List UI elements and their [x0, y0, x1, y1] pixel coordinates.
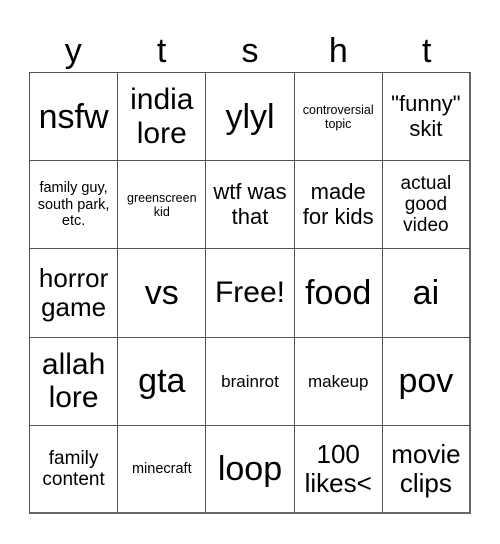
bingo-cell-free-space[interactable]: Free! [206, 249, 295, 338]
cell-text: movie clips [391, 438, 461, 498]
bingo-cell-r2c2[interactable]: greenscreen kid [118, 161, 207, 250]
cell-text: family content [42, 447, 105, 490]
cell-text: food [305, 273, 372, 312]
cell-text: ai [412, 273, 440, 312]
bingo-cell-r5c5[interactable]: movie clips [382, 425, 471, 514]
bingo-cell-r3c2[interactable]: vs [118, 249, 207, 338]
bingo-cell-r5c1[interactable]: family content [30, 425, 119, 514]
bingo-cell-r4c4[interactable]: makeup [294, 337, 383, 426]
bingo-cell-r2c5[interactable]: actual good video [382, 161, 471, 250]
cell-text: minecraft [131, 460, 192, 477]
bingo-cell-r1c3[interactable]: ylyl [206, 73, 295, 162]
bingo-cell-r4c1[interactable]: allah lore [30, 337, 119, 426]
cell-text: allah lore [41, 347, 106, 415]
bingo-cell-r5c2[interactable]: minecraft [118, 425, 207, 514]
bingo-cell-r1c1[interactable]: nsfw [30, 73, 119, 162]
cell-text: loop [217, 449, 283, 488]
cell-text: family guy, south park, etc. [37, 180, 110, 229]
cell-text: vs [144, 273, 179, 312]
bingo-cell-r2c4[interactable]: made for kids [294, 161, 383, 250]
header-letter-5: t [422, 32, 432, 70]
cell-text: controversial topic [302, 102, 374, 131]
bingo-header: y t s h t [29, 30, 471, 72]
bingo-cell-r4c5[interactable]: pov [382, 337, 471, 426]
bingo-cell-r1c4[interactable]: controversial topic [294, 73, 383, 162]
bingo-cell-r3c4[interactable]: food [294, 249, 383, 338]
header-letter-3: s [241, 32, 259, 70]
cell-text: greenscreen kid [127, 190, 197, 219]
header-letter-1: y [64, 32, 82, 70]
bingo-cell-r3c1[interactable]: horror game [30, 249, 119, 338]
header-letter-2: t [156, 32, 167, 70]
cell-text: "funny" skit [391, 90, 461, 141]
cell-text: actual good video [400, 172, 452, 237]
cell-text: india lore [130, 83, 194, 150]
header-letter-4: h [328, 32, 348, 70]
bingo-cell-r2c1[interactable]: family guy, south park, etc. [30, 161, 119, 250]
bingo-cell-r3c5[interactable]: ai [382, 249, 471, 338]
cell-text: ylyl [225, 97, 275, 136]
bingo-cell-r5c4[interactable]: 100 likes< [294, 425, 383, 514]
free-space-text: Free! [214, 276, 285, 310]
bingo-cell-r5c3[interactable]: loop [206, 425, 295, 514]
bingo-cell-r1c2[interactable]: india lore [118, 73, 207, 162]
cell-text: gta [138, 362, 186, 401]
cell-text: made for kids [302, 179, 374, 229]
bingo-cell-r2c3[interactable]: wtf was that [206, 161, 295, 250]
bingo-cell-r4c2[interactable]: gta [118, 337, 207, 426]
bingo-cell-r4c3[interactable]: brainrot [206, 337, 295, 426]
bingo-grid: nsfw india lore ylyl controversial topic… [29, 72, 471, 514]
bingo-cell-r1c5[interactable]: "funny" skit [382, 73, 471, 162]
cell-text: horror game [38, 262, 109, 322]
cell-text: nsfw [38, 97, 109, 136]
cell-text: 100 likes< [304, 438, 372, 498]
cell-text: brainrot [221, 371, 279, 391]
cell-text: wtf was that [213, 179, 287, 229]
cell-text: pov [398, 362, 454, 401]
cell-text: makeup [307, 371, 369, 391]
